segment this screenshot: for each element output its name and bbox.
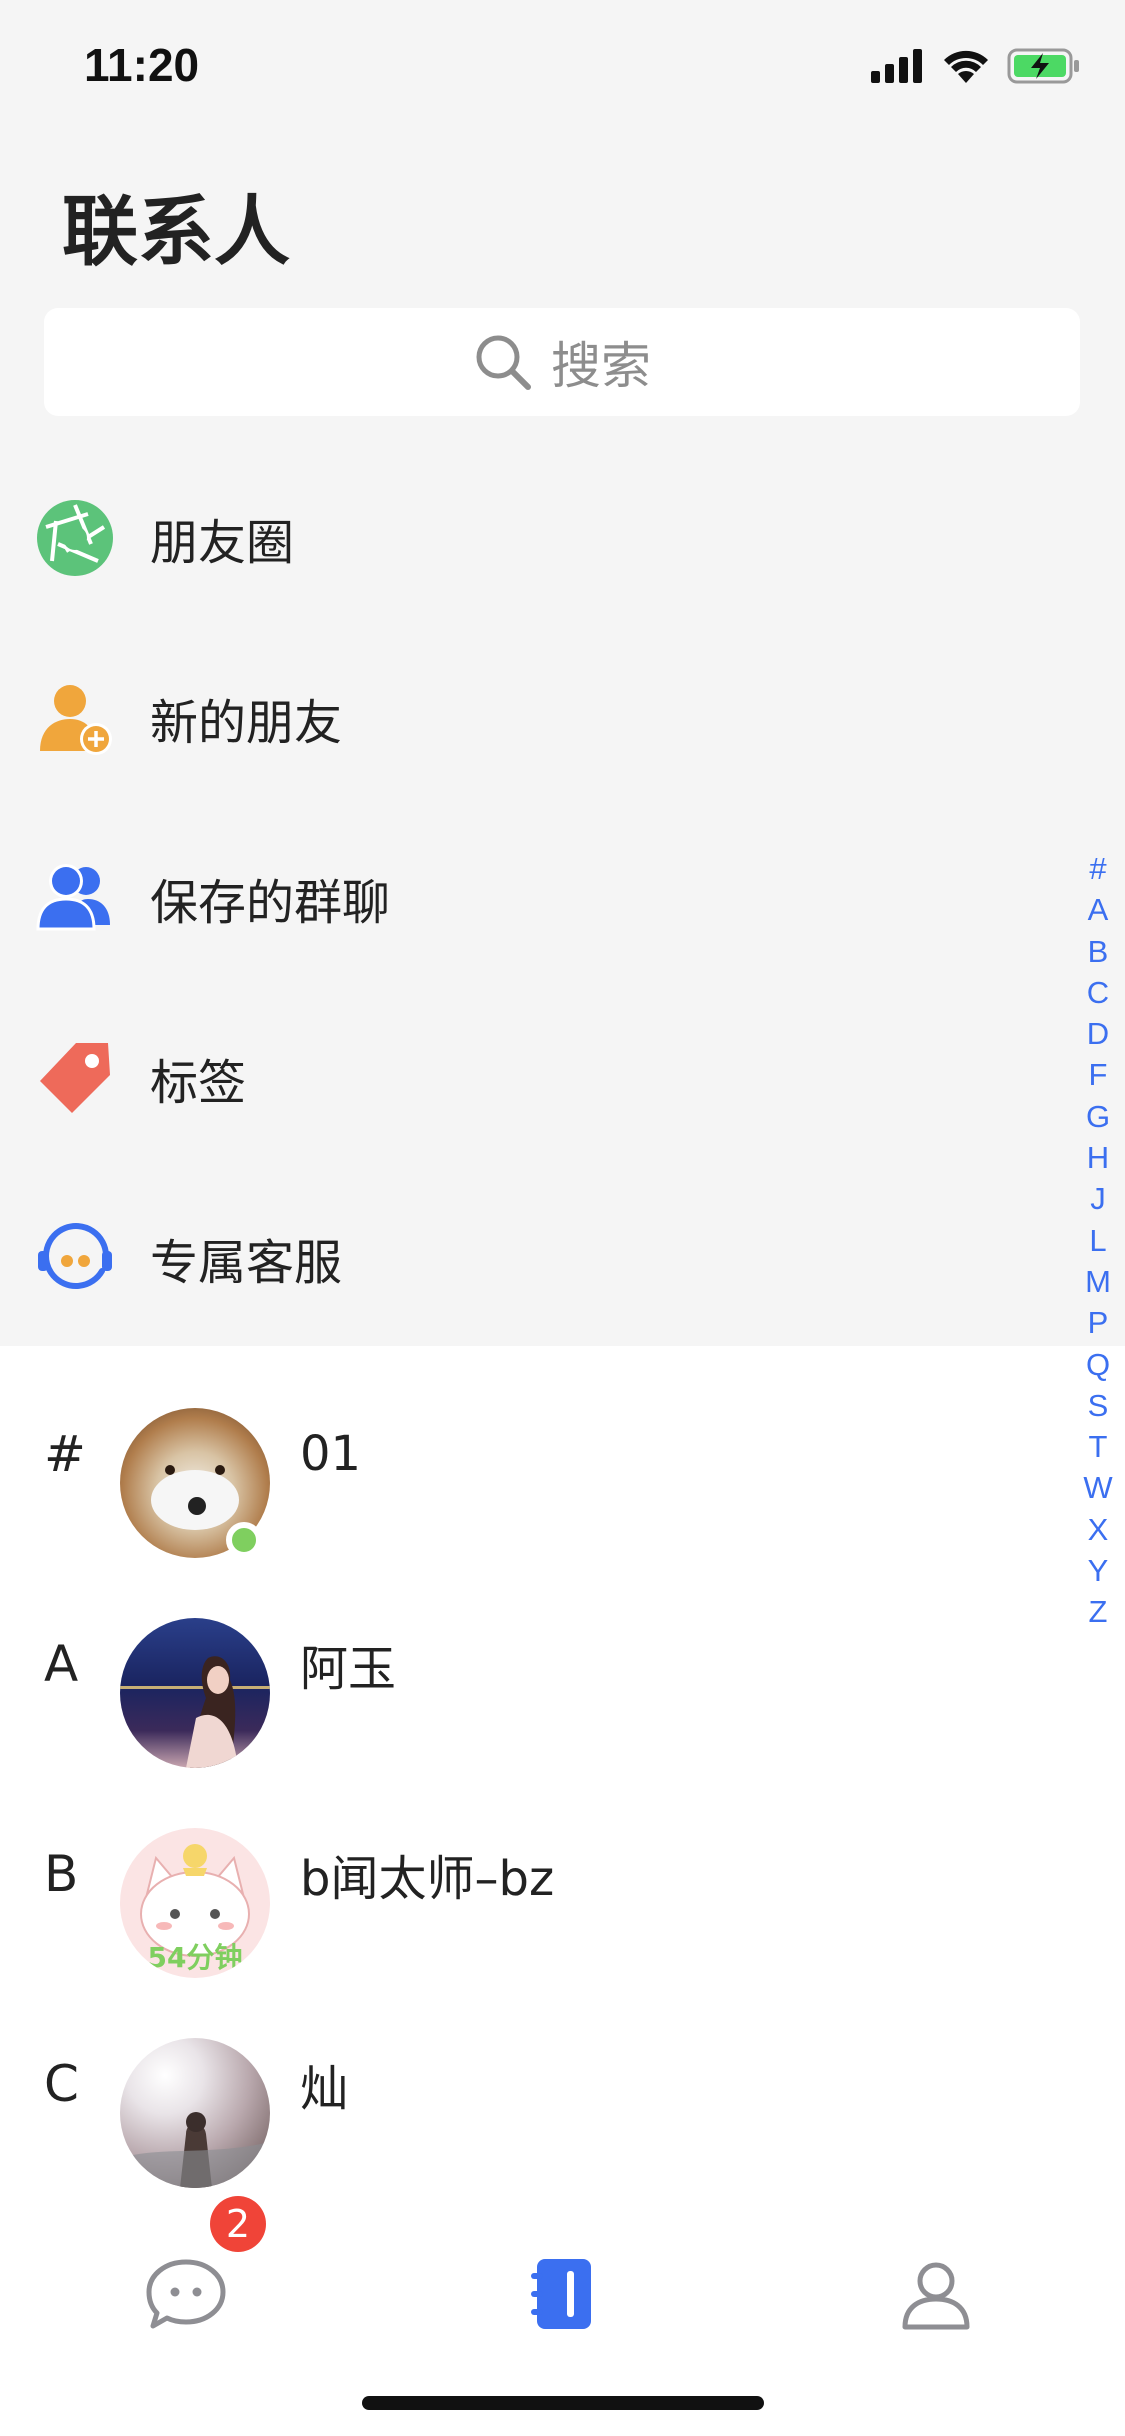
index-letter[interactable]: Q <box>1086 1344 1110 1385</box>
search-placeholder: 搜索 <box>551 337 651 395</box>
tab-chats[interactable] <box>136 2244 236 2344</box>
group-icon <box>36 859 114 937</box>
unread-badge: 2 <box>210 2196 266 2252</box>
section-letter: A <box>44 1635 79 1693</box>
contact-name: 阿玉 <box>300 1641 397 1697</box>
menu-label-saved-groups: 保存的群聊 <box>150 875 391 931</box>
avatar-caption: 54分钟 <box>147 1941 243 1974</box>
menu-item-tags[interactable]: 标签 <box>0 988 1125 1168</box>
menu-label-new-friends: 新的朋友 <box>150 695 343 751</box>
address-book-icon <box>531 2259 591 2329</box>
search-bar[interactable]: 搜索 <box>44 308 1080 416</box>
index-letter[interactable]: W <box>1083 1467 1112 1508</box>
contact-name: b闻太师–bz <box>300 1851 555 1907</box>
index-letter[interactable]: H <box>1087 1137 1109 1178</box>
person-icon <box>902 2262 970 2330</box>
contact-row[interactable]: # 01 <box>0 1346 1125 1558</box>
contact-row[interactable]: C 灿 <box>0 1976 1125 2188</box>
add-friend-icon <box>36 679 114 757</box>
index-letter[interactable]: M <box>1085 1261 1111 1302</box>
index-letter[interactable]: X <box>1088 1509 1109 1550</box>
avatar-photo[interactable] <box>120 1618 270 1768</box>
status-bar: 11:20 <box>0 0 1125 130</box>
index-letter[interactable]: B <box>1088 931 1109 972</box>
avatar-photo[interactable] <box>120 2038 270 2188</box>
menu-label-tags: 标签 <box>150 1055 247 1111</box>
index-letter[interactable]: J <box>1090 1178 1106 1219</box>
moments-aperture-icon <box>36 499 114 577</box>
signal-icon <box>871 49 922 83</box>
tag-icon <box>36 1039 114 1117</box>
section-letter: B <box>44 1845 79 1903</box>
menu-item-customer-service[interactable]: 专属客服 <box>0 1168 1125 1348</box>
menu-label-moments: 朋友圈 <box>150 515 295 571</box>
menu-item-saved-groups[interactable]: 保存的群聊 <box>0 808 1125 988</box>
online-status-dot <box>226 1522 262 1558</box>
index-letter[interactable]: P <box>1088 1302 1109 1343</box>
index-letter[interactable]: G <box>1086 1096 1110 1137</box>
tab-me[interactable] <box>886 2244 986 2344</box>
wifi-icon <box>944 50 988 83</box>
index-letter[interactable]: S <box>1088 1385 1109 1426</box>
index-letter[interactable]: T <box>1089 1426 1108 1467</box>
home-indicator[interactable] <box>362 2396 764 2410</box>
menu-item-new-friends[interactable]: 新的朋友 <box>0 628 1125 808</box>
status-icons <box>871 48 1081 84</box>
index-letter[interactable]: C <box>1087 972 1109 1013</box>
index-letter[interactable]: Y <box>1088 1550 1109 1591</box>
tab-contacts[interactable] <box>512 2244 612 2344</box>
contact-row[interactable]: B 54分钟 b闻太师–bz <box>0 1766 1125 1978</box>
index-letter[interactable]: F <box>1089 1054 1108 1095</box>
contact-row[interactable]: A 阿玉 <box>0 1556 1125 1768</box>
menu-label-customer-service: 专属客服 <box>150 1235 343 1291</box>
index-letter[interactable]: L <box>1089 1220 1106 1261</box>
index-letter[interactable]: D <box>1087 1013 1109 1054</box>
alphabet-index[interactable]: # A B C D F G H J L M P Q S T W X Y Z <box>1081 848 1115 1633</box>
search-icon <box>476 335 531 390</box>
customer-service-icon <box>36 1219 114 1297</box>
section-letter: # <box>44 1425 86 1483</box>
status-time: 11:20 <box>84 39 200 91</box>
menu-item-moments[interactable]: 朋友圈 <box>0 448 1125 628</box>
battery-charging-icon <box>1007 48 1079 84</box>
index-letter[interactable]: Z <box>1089 1591 1108 1632</box>
page-title: 联系人 <box>62 187 290 276</box>
section-letter: C <box>44 2055 79 2113</box>
contact-name: 01 <box>300 1426 362 1482</box>
contact-name: 灿 <box>300 2061 349 2117</box>
index-letter[interactable]: # <box>1089 848 1106 889</box>
index-letter[interactable]: A <box>1088 889 1109 930</box>
chat-bubble-icon <box>146 2259 226 2329</box>
avatar-cartoon-cat[interactable]: 54分钟 <box>120 1828 270 1978</box>
